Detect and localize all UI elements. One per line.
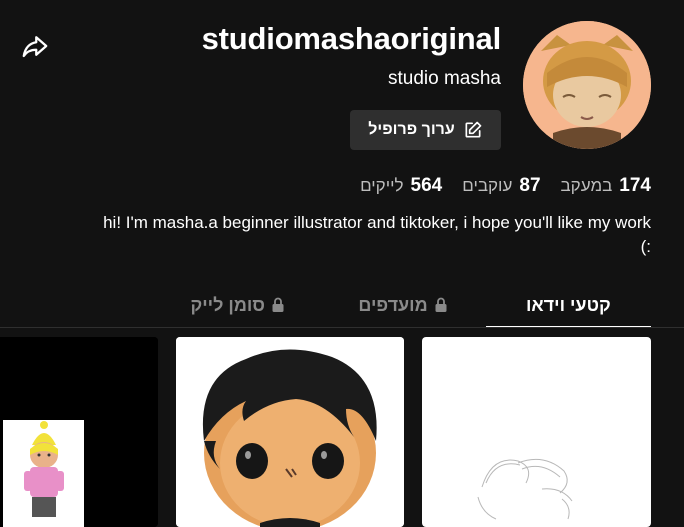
share-icon bbox=[22, 36, 48, 58]
stat-value: 564 bbox=[410, 175, 443, 196]
edit-icon bbox=[465, 121, 482, 138]
tab-label: קטעי וידאו bbox=[525, 294, 611, 315]
sketch-thumbnail-image bbox=[477, 458, 573, 520]
bio: hi! I'm masha.a beginner illustrator and… bbox=[103, 213, 651, 256]
lock-icon bbox=[435, 297, 447, 312]
stat-label: במעקב bbox=[560, 176, 613, 195]
edit-profile-button[interactable]: ערוך פרופיל bbox=[350, 110, 501, 150]
lock-icon bbox=[272, 297, 284, 312]
username: studiomashaoriginal bbox=[201, 21, 502, 56]
stat-value: 87 bbox=[519, 175, 541, 196]
doll-thumbnail-image bbox=[0, 337, 158, 527]
stat-likes: 564 לייקים bbox=[360, 175, 442, 197]
video-thumbnail[interactable] bbox=[422, 337, 651, 527]
stat-following[interactable]: 174 במעקב bbox=[561, 175, 651, 197]
chibi-thumbnail-image bbox=[176, 337, 404, 527]
avatar-image bbox=[523, 21, 651, 149]
stat-label: לייקים bbox=[360, 176, 404, 195]
video-thumbnail[interactable] bbox=[176, 337, 404, 527]
nickname: studio masha bbox=[387, 68, 501, 89]
stat-label: עוקבים bbox=[462, 176, 513, 195]
profile-stats: 174 במעקב 87 עוקבים 564 לייקים bbox=[360, 175, 651, 197]
video-thumbnail[interactable] bbox=[0, 337, 158, 527]
share-button[interactable] bbox=[20, 31, 50, 61]
avatar[interactable] bbox=[523, 21, 651, 149]
tab-liked[interactable]: סומן לייק bbox=[155, 283, 320, 327]
edit-profile-label: ערוך פרופיל bbox=[368, 121, 455, 138]
stat-followers[interactable]: 87 עוקבים bbox=[462, 175, 540, 197]
stat-value: 174 bbox=[619, 175, 651, 196]
tab-label: מועדפים bbox=[358, 294, 428, 315]
tabs-divider bbox=[0, 327, 684, 328]
profile-tabs: קטעי וידאו מועדפים סומן לייק bbox=[155, 283, 652, 328]
tab-favorites[interactable]: מועדפים bbox=[320, 283, 485, 327]
tab-label: סומן לייק bbox=[190, 294, 265, 315]
tab-videos[interactable]: קטעי וידאו bbox=[485, 283, 652, 328]
